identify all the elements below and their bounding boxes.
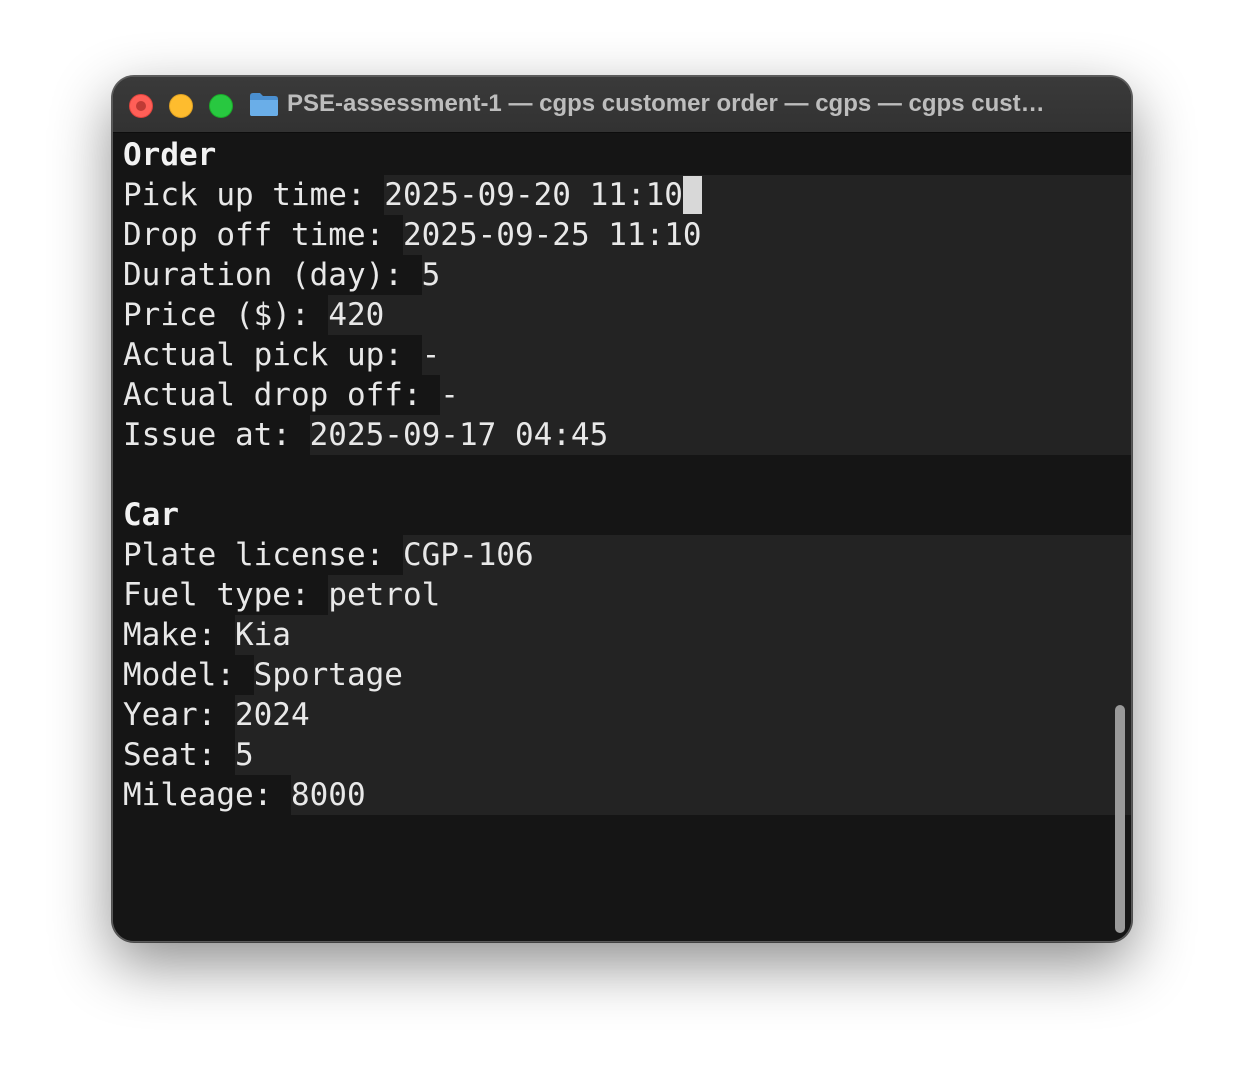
order-row-drop-off-time: Drop off time: 2025-09-25 11:10 [123,215,1131,255]
field-value: - [440,375,1131,415]
field-label: Duration (day): [123,257,422,293]
car-row-mileage: Mileage: 8000 [123,775,1131,815]
car-row-plate-license: Plate license: CGP-106 [123,535,1131,575]
field-value: - [421,335,1131,375]
order-row-price: Price ($): 420 [123,295,1131,335]
order-row-actual-drop-off: Actual drop off: - [123,375,1131,415]
title-bar[interactable]: PSE-assessment-1 — cgps customer order —… [113,77,1131,133]
field-label: Actual pick up: [123,337,422,373]
field-value: CGP-106 [402,535,1131,575]
field-value: 5 [234,735,1131,775]
folder-icon [250,93,278,116]
car-row-fuel-type: Fuel type: petrol [123,575,1131,615]
field-label: Pick up time: [123,177,385,213]
field-label: Actual drop off: [123,377,441,413]
field-label: Make: [123,617,235,653]
block-cursor [682,176,702,214]
window-title: PSE-assessment-1 — cgps customer order —… [287,90,1045,117]
field-value-text: 2025-09-20 11:10 [384,177,683,213]
field-label: Year: [123,697,235,733]
field-label: Drop off time: [123,217,403,253]
order-heading: Order [123,137,217,173]
order-row-pick-up-time: Pick up time: 2025-09-20 11:10 [123,175,1131,215]
terminal-content[interactable]: Order Pick up time: 2025-09-20 11:10 Dro… [113,133,1131,941]
field-value: petrol [328,575,1131,615]
vertical-scrollbar[interactable] [1115,705,1125,933]
zoom-button[interactable] [209,94,233,118]
field-value: 8000 [290,775,1131,815]
field-label: Seat: [123,737,235,773]
field-label: Mileage: [123,777,291,813]
car-row-seat: Seat: 5 [123,735,1131,775]
field-label: Plate license: [123,537,403,573]
field-value: 2024 [234,695,1131,735]
field-value: 2025-09-20 11:10 [384,175,1131,215]
field-value: 420 [328,295,1131,335]
minimize-button[interactable] [169,94,193,118]
close-button[interactable] [129,94,153,118]
order-row-issue-at: Issue at: 2025-09-17 04:45 [123,415,1131,455]
car-row-model: Model: Sportage [123,655,1131,695]
car-row-make: Make: Kia [123,615,1131,655]
car-row-year: Year: 2024 [123,695,1131,735]
field-value: 2025-09-25 11:10 [402,215,1131,255]
field-label: Model: [123,657,254,693]
field-value: 2025-09-17 04:45 [309,415,1131,455]
order-row-actual-pick-up: Actual pick up: - [123,335,1131,375]
car-heading: Car [123,497,179,533]
order-row-duration: Duration (day): 5 [123,255,1131,295]
field-value: Kia [234,615,1131,655]
field-label: Fuel type: [123,577,329,613]
field-value: 5 [421,255,1131,295]
field-label: Issue at: [123,417,310,453]
field-value: Sportage [253,655,1131,695]
field-label: Price ($): [123,297,329,333]
terminal-window: PSE-assessment-1 — cgps customer order —… [112,76,1132,942]
